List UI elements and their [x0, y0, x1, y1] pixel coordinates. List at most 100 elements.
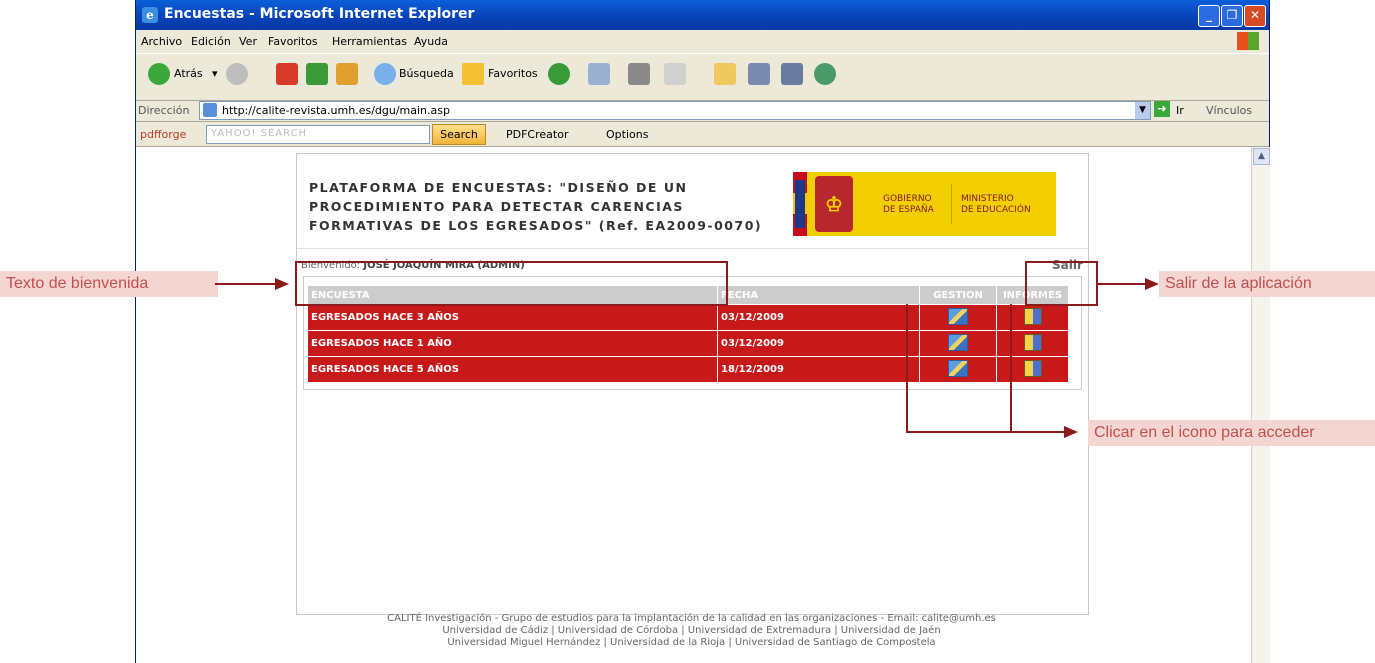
callout-welcome-arrow-icon	[275, 278, 289, 290]
gestion-icon[interactable]	[948, 359, 968, 377]
survey-date: 03/12/2009	[717, 330, 920, 357]
scroll-up-icon[interactable]: ▲	[1253, 148, 1270, 165]
print-icon[interactable]	[628, 63, 650, 85]
survey-name: EGRESADOS HACE 5 AÑOS	[307, 356, 718, 383]
refresh-icon[interactable]	[306, 63, 328, 85]
informes-icon[interactable]	[1023, 307, 1042, 325]
stop-icon[interactable]	[276, 63, 298, 85]
title-line: PLATAFORMA DE ENCUESTAS: "DISEÑO DE UN	[309, 180, 688, 195]
forward-arrow-icon[interactable]	[226, 63, 248, 85]
menu-favoritos[interactable]: Favoritos	[268, 35, 318, 48]
address-url: http://calite-revista.umh.es/dgu/main.as…	[222, 104, 450, 117]
title-line: FORMATIVAS DE LOS EGRESADOS" (Ref. EA200…	[309, 218, 763, 233]
window-title: Encuestas - Microsoft Internet Explorer	[164, 6, 475, 22]
survey-date: 03/12/2009	[717, 304, 920, 331]
ie-logo-icon: e	[142, 7, 158, 23]
footer-line: CALITÉ Investigación - Grupo de estudios…	[387, 613, 996, 624]
pdfcreator-button[interactable]: PDFCreator	[506, 128, 568, 141]
address-label: Dirección	[138, 104, 190, 117]
edit-icon[interactable]	[664, 63, 686, 85]
standard-toolbar: Atrás ▾ Búsqueda Favoritos	[136, 53, 1269, 101]
options-button[interactable]: Options	[606, 128, 648, 141]
search-placeholder: YAHOO! SEARCH	[211, 128, 308, 139]
title-bar: e Encuestas - Microsoft Internet Explore…	[136, 0, 1269, 30]
menu-ayuda[interactable]: Ayuda	[414, 35, 448, 48]
search-button[interactable]: Búsqueda	[399, 67, 454, 80]
menu-ver[interactable]: Ver	[239, 35, 257, 48]
yahoo-search-input[interactable]: YAHOO! SEARCH	[206, 125, 430, 144]
informes-icon[interactable]	[1023, 333, 1042, 351]
gestion-pointer-line	[906, 304, 908, 432]
maximize-button[interactable]: ❐	[1221, 5, 1243, 27]
menu-edicion[interactable]: Edición	[191, 35, 231, 48]
back-arrow-icon[interactable]	[148, 63, 170, 85]
informes-icon[interactable]	[1023, 359, 1042, 377]
callout-logout-line	[1096, 283, 1146, 285]
favorites-button[interactable]: Favoritos	[488, 67, 538, 80]
pdfforge-toolbar: pdfforge YAHOO! SEARCH Search PDFCreator…	[136, 122, 1269, 147]
mail-icon[interactable]	[588, 63, 610, 85]
address-input[interactable]: http://calite-revista.umh.es/dgu/main.as…	[199, 101, 1151, 120]
column-header-informes: INFORMES	[996, 285, 1069, 305]
survey-date: 18/12/2009	[717, 356, 920, 383]
icons-connector-line	[906, 431, 1066, 433]
callout-welcome-line	[215, 283, 275, 285]
yahoo-search-button[interactable]: Search	[432, 124, 486, 145]
gobierno-text: GOBIERNO DE ESPAÑA	[883, 194, 934, 215]
table-row: EGRESADOS HACE 1 AÑO 03/12/2009	[307, 330, 1069, 357]
informes-pointer-line	[1010, 304, 1012, 432]
welcome-box-bottom	[295, 304, 726, 306]
welcome-box-left	[295, 261, 297, 306]
address-dropdown-icon[interactable]: ▼	[1135, 102, 1150, 119]
page-icon	[203, 103, 217, 117]
web-page: PLATAFORMA DE ENCUESTAS: "DISEÑO DE UN P…	[296, 153, 1089, 615]
messenger-icon[interactable]	[748, 63, 770, 85]
gobierno-logo: ♔ GOBIERNO DE ESPAÑA MINISTERIO DE EDUCACI…	[793, 172, 1056, 236]
browser-window: e Encuestas - Microsoft Internet Explore…	[135, 0, 1270, 663]
go-arrow-icon[interactable]: ➜	[1154, 101, 1170, 117]
table-row: EGRESADOS HACE 3 AÑOS 03/12/2009	[307, 304, 1069, 331]
go-button[interactable]: Ir	[1176, 104, 1184, 117]
logout-box-left	[1025, 261, 1027, 306]
links-button[interactable]: Vínculos	[1206, 104, 1252, 117]
home-icon[interactable]	[336, 63, 358, 85]
callout-icons-arrow-icon	[1064, 426, 1078, 438]
welcome-box-right	[726, 261, 728, 306]
contacts-icon[interactable]	[814, 63, 836, 85]
vertical-scrollbar[interactable]: ▲	[1251, 147, 1270, 663]
column-header-gestion: GESTION	[919, 285, 997, 305]
logo-divider	[951, 184, 952, 224]
address-bar: Dirección http://calite-revista.umh.es/d…	[136, 100, 1269, 122]
pdfforge-logo: pdfforge	[140, 128, 187, 141]
ministerio-text: MINISTERIO DE EDUCACIÓN	[961, 194, 1031, 215]
back-dropdown-icon[interactable]: ▾	[212, 67, 218, 80]
search-icon[interactable]	[374, 63, 396, 85]
surveys-table: ENCUESTA FECHA GESTION INFORMES EGRESADO…	[307, 285, 1069, 383]
logout-box-right	[1096, 261, 1098, 306]
callout-logout-arrow-icon	[1145, 278, 1159, 290]
history-icon[interactable]	[548, 63, 570, 85]
menu-herramientas[interactable]: Herramientas	[332, 35, 407, 48]
header-divider	[297, 248, 1088, 249]
back-button[interactable]: Atrás	[174, 67, 203, 80]
windows-flag-icon	[1237, 32, 1259, 50]
research-icon[interactable]	[781, 63, 803, 85]
menu-archivo[interactable]: Archivo	[141, 35, 182, 48]
callout-icons: Clicar en el icono para acceder	[1088, 420, 1375, 446]
minimize-button[interactable]: _	[1198, 5, 1220, 27]
column-header-encuesta: ENCUESTA	[307, 285, 718, 305]
callout-welcome: Texto de bienvenida	[0, 271, 218, 297]
close-button[interactable]: ✕	[1244, 5, 1266, 27]
gestion-icon[interactable]	[948, 333, 968, 351]
page-title: PLATAFORMA DE ENCUESTAS: "DISEÑO DE UN P…	[309, 178, 789, 235]
survey-name: EGRESADOS HACE 1 AÑO	[307, 330, 718, 357]
logout-box-top	[1025, 261, 1098, 263]
coat-of-arms-icon: ♔	[815, 176, 853, 232]
favorites-star-icon[interactable]	[462, 63, 484, 85]
eu-flag-icon	[795, 180, 805, 228]
logout-box-bottom	[1025, 304, 1098, 306]
gestion-icon[interactable]	[948, 307, 968, 325]
title-line: PROCEDIMIENTO PARA DETECTAR CARENCIAS	[309, 199, 684, 214]
menu-bar: Archivo Edición Ver Favoritos Herramient…	[136, 31, 1269, 51]
folder-icon[interactable]	[714, 63, 736, 85]
